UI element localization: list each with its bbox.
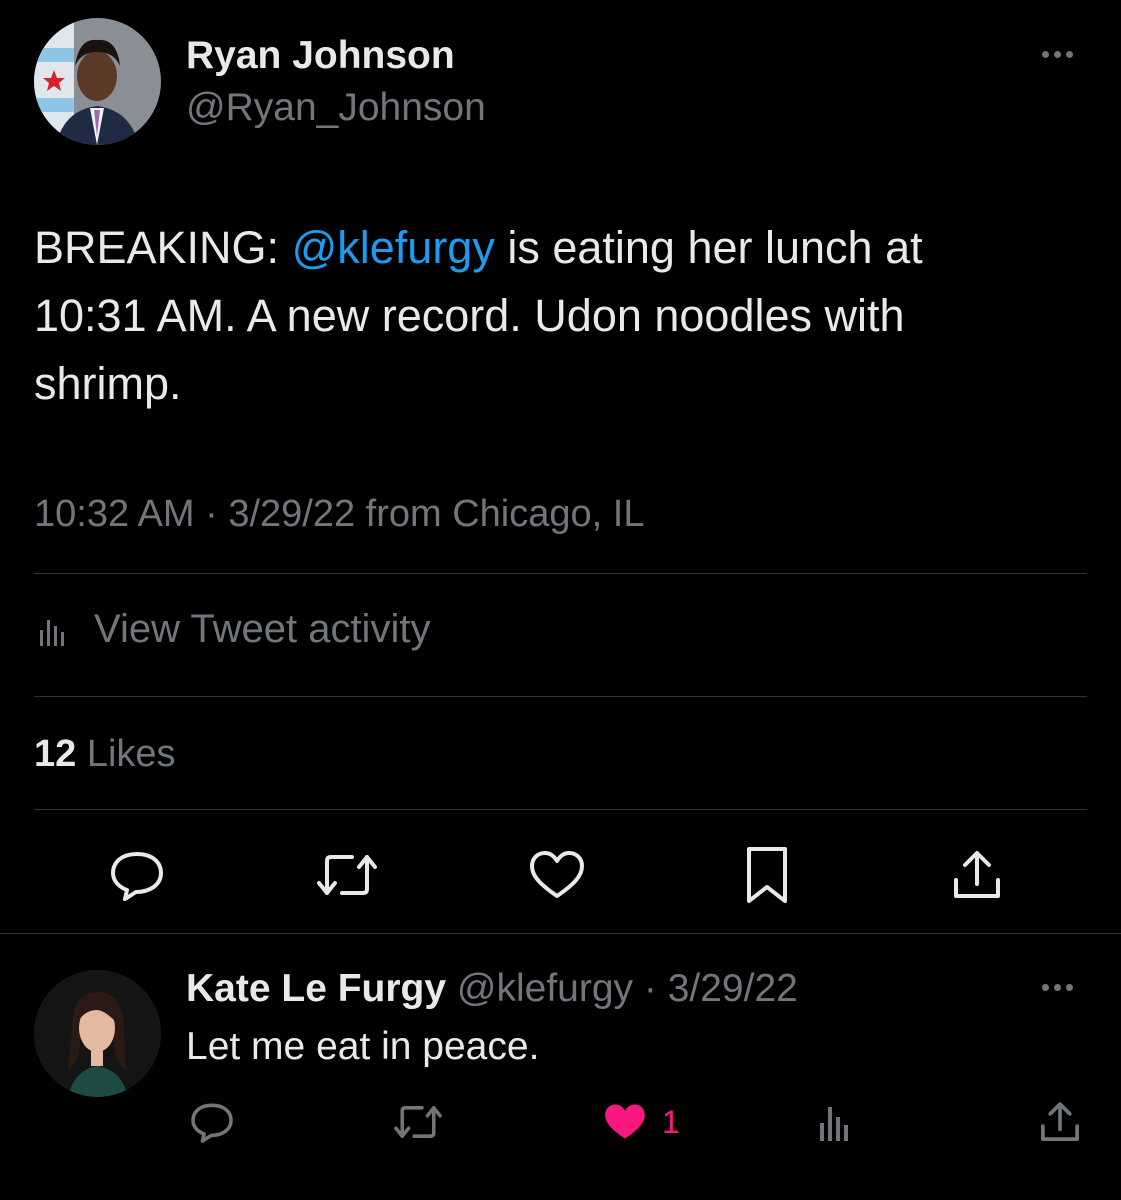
reply-date[interactable]: · 3/29/22: [633, 967, 798, 1010]
analytics-icon: [814, 1101, 854, 1143]
share-icon: [950, 848, 1004, 902]
likes-summary[interactable]: 12 Likes: [34, 730, 176, 778]
reply-share-button[interactable]: [1034, 1096, 1086, 1148]
reply-author-avatar[interactable]: [34, 970, 161, 1097]
share-icon: [1038, 1100, 1082, 1144]
like-icon: [528, 849, 586, 901]
reply-text: Let me eat in peace.: [186, 1025, 540, 1068]
reply-button[interactable]: [104, 842, 170, 908]
likes-count: 12: [34, 733, 77, 775]
retweet-button[interactable]: [312, 842, 382, 908]
bookmark-button[interactable]: [734, 840, 800, 910]
bookmark-icon: [743, 845, 791, 905]
divider: [34, 696, 1087, 697]
mention-link[interactable]: @klefurgy: [292, 222, 495, 273]
like-button[interactable]: [524, 842, 590, 908]
reply-author-handle[interactable]: @klefurgy: [457, 967, 633, 1010]
reply-icon: [108, 849, 166, 901]
tweet-text-prefix: BREAKING:: [34, 222, 292, 273]
more-icon[interactable]: [1042, 51, 1073, 58]
retweet-icon: [392, 1101, 444, 1143]
tweet-text: BREAKING: @klefurgy is eating her lunch …: [34, 214, 1034, 418]
divider: [34, 573, 1087, 574]
retweet-icon: [314, 849, 380, 901]
likes-label: Likes: [76, 733, 176, 775]
reply-header: Kate Le Furgy @klefurgy · 3/29/22: [186, 965, 798, 1013]
reply-reply-button[interactable]: [186, 1098, 238, 1146]
tweet-meta: 10:32 AM · 3/29/22 from Chicago, IL: [34, 493, 645, 535]
share-button[interactable]: [944, 842, 1010, 908]
view-activity-label: View Tweet activity: [94, 607, 431, 651]
reply-like-button[interactable]: 1: [602, 1098, 692, 1146]
author-name[interactable]: Ryan Johnson: [186, 32, 455, 80]
author-handle[interactable]: @Ryan_Johnson: [186, 84, 486, 132]
reply-like-count: 1: [662, 1104, 680, 1140]
reply-analytics-button[interactable]: [808, 1098, 860, 1146]
author-avatar[interactable]: [34, 18, 161, 145]
divider: [34, 809, 1087, 810]
reply-icon: [189, 1101, 235, 1143]
like-icon: [602, 1101, 648, 1143]
activity-icon: [34, 612, 72, 646]
reply-author-name[interactable]: Kate Le Furgy: [186, 967, 446, 1010]
view-activity-link[interactable]: View Tweet activity: [34, 604, 430, 654]
reply-more-icon[interactable]: [1042, 984, 1073, 991]
reply-retweet-button[interactable]: [390, 1098, 446, 1146]
section-divider: [0, 933, 1121, 934]
